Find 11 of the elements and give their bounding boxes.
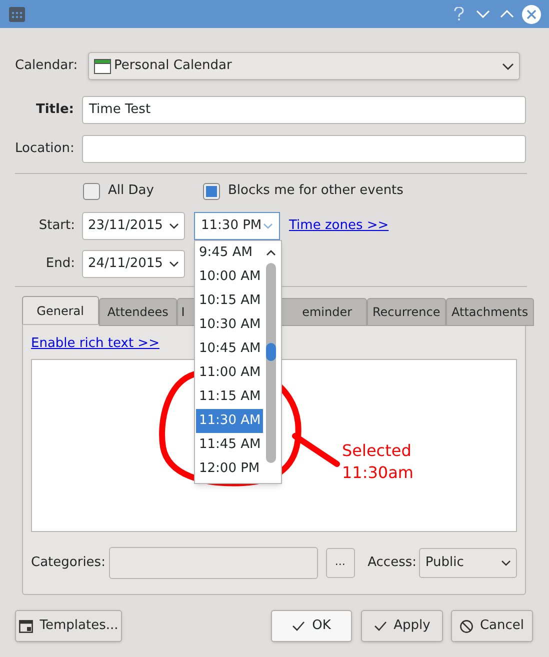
annotation-text: Selected (342, 440, 412, 462)
field-label: Categories: (31, 554, 106, 572)
field-label: Title: (34, 101, 74, 120)
checkbox-label: All Day (108, 182, 155, 200)
field-label: Start: (38, 217, 75, 236)
field-label: End: (44, 255, 75, 274)
field-label: Location: (15, 140, 74, 158)
field-label: Access: (368, 554, 418, 572)
checkbox-label: Blocks me for other events (228, 182, 404, 200)
field-label: Calendar: (15, 57, 75, 76)
annotation-text: 11:30am (342, 462, 414, 484)
